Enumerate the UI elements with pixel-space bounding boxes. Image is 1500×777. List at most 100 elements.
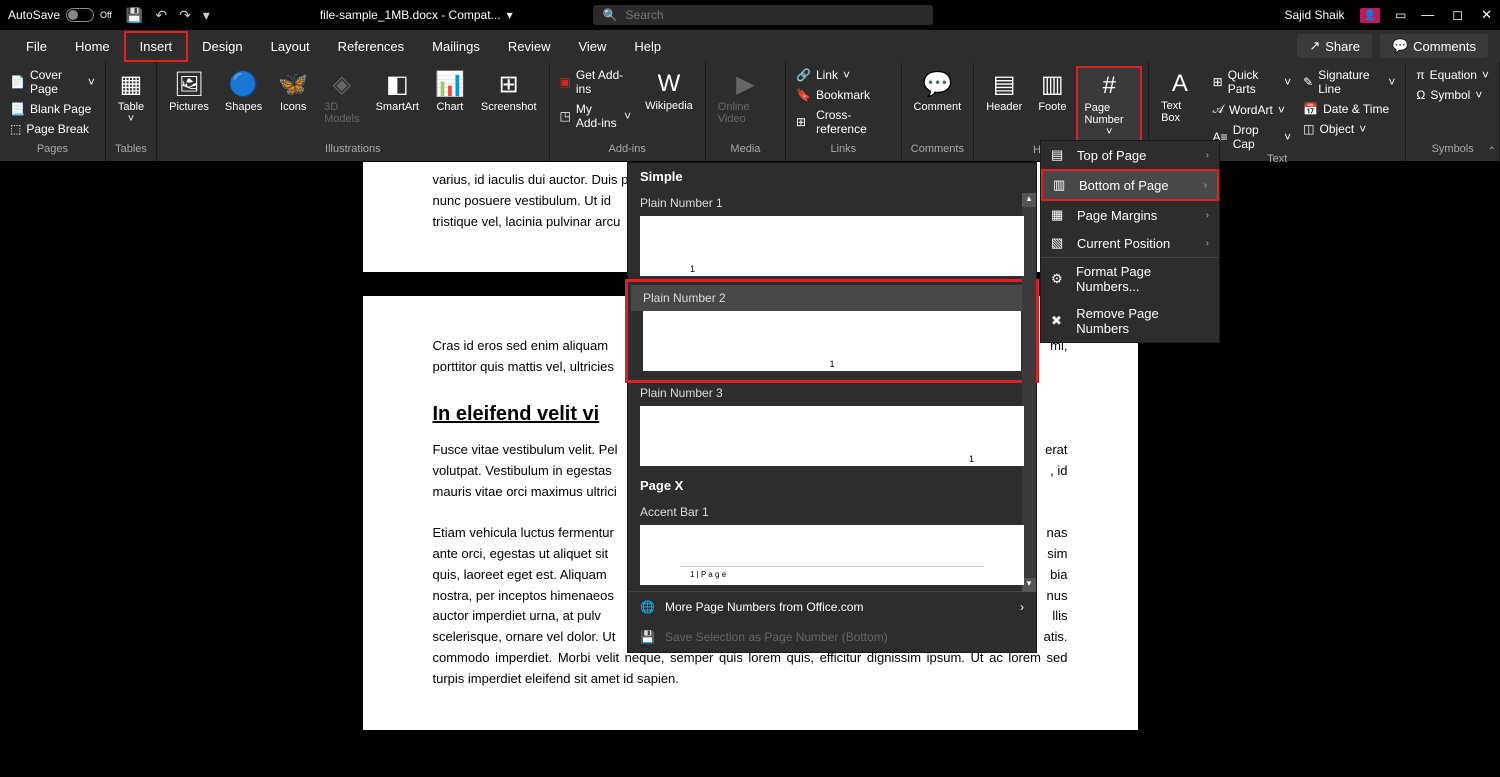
menu-current-position[interactable]: ▧Current Position› <box>1041 229 1219 257</box>
header-button[interactable]: ▤Header <box>980 66 1028 117</box>
share-button[interactable]: ↗Share <box>1297 34 1372 58</box>
menu-remove-page-numbers[interactable]: ✖Remove Page Numbers <box>1041 300 1219 342</box>
footer-button[interactable]: ▥Foote <box>1032 66 1072 117</box>
equation-button[interactable]: πEquation ˅ <box>1412 66 1493 84</box>
cross-ref-button[interactable]: ⊞Cross-reference <box>792 106 895 138</box>
document-title: file-sample_1MB.docx - Compat... <box>320 8 501 22</box>
table-icon: ▦ <box>120 70 143 99</box>
qat-dropdown-icon[interactable]: ▾ <box>203 7 210 24</box>
symbol-button[interactable]: ΩSymbol ˅ <box>1412 86 1493 104</box>
3d-models-button[interactable]: ◈3D Models <box>318 66 365 129</box>
addins-icon: ◳ <box>560 109 571 123</box>
date-time-button[interactable]: 📅Date & Time <box>1299 100 1399 118</box>
group-links: 🔗Link ˅ 🔖Bookmark ⊞Cross-reference Links <box>786 62 902 161</box>
tab-help[interactable]: Help <box>620 33 675 60</box>
save-icon[interactable]: 💾 <box>126 7 143 24</box>
page-margin-icon: ▦ <box>1051 207 1067 223</box>
table-button[interactable]: ▦Table˅ <box>112 66 150 129</box>
menu-format-page-numbers[interactable]: ⚙Format Page Numbers... <box>1041 258 1219 300</box>
gallery-section-pagex: Page X <box>628 472 1036 499</box>
search-box[interactable]: 🔍 <box>593 5 933 25</box>
tab-layout[interactable]: Layout <box>257 33 324 60</box>
drop-cap-button[interactable]: A≡Drop Cap ˅ <box>1209 121 1295 153</box>
search-icon: 🔍 <box>603 8 618 22</box>
page-number-menu: ▤Top of Page› ▥Bottom of Page› ▦Page Mar… <box>1040 140 1220 343</box>
redo-icon[interactable]: ↷ <box>179 7 191 24</box>
gallery-item-accent1[interactable]: 1 | P a g e <box>640 525 1024 585</box>
menu-top-of-page[interactable]: ▤Top of Page› <box>1041 141 1219 169</box>
tab-references[interactable]: References <box>324 33 418 60</box>
user-area: Sajid Shaik 👤 ▭ — ◻ ✕ <box>1284 7 1492 23</box>
my-addins-button[interactable]: ◳My Add-ins ˅ <box>556 100 636 132</box>
maximize-icon[interactable]: ◻ <box>1452 7 1463 23</box>
ribbon-display-icon[interactable]: ▭ <box>1395 8 1406 22</box>
group-label-links: Links <box>830 143 856 157</box>
tab-home[interactable]: Home <box>61 33 124 60</box>
tab-file[interactable]: File <box>12 33 61 60</box>
share-icon: ↗ <box>1309 38 1320 54</box>
get-addins-button[interactable]: ▣Get Add-ins <box>556 66 636 98</box>
page-pos-icon: ▧ <box>1051 235 1067 251</box>
cover-page-button[interactable]: 📄Cover Page ˅ <box>6 66 99 98</box>
title-bar: AutoSave Off 💾 ↶ ↷ ▾ file-sample_1MB.doc… <box>0 0 1500 30</box>
object-icon: ◫ <box>1303 122 1314 136</box>
more-page-numbers-button[interactable]: 🌐More Page Numbers from Office.com› <box>628 592 1036 622</box>
body-text: tristique vel, lacinia pulvinar arcu <box>433 214 621 229</box>
chart-button[interactable]: 📊Chart <box>429 66 471 117</box>
page-number-button[interactable]: #Page Number˅ <box>1076 66 1142 144</box>
gallery-label-plain1: Plain Number 1 <box>628 190 1036 216</box>
toggle-switch[interactable] <box>66 8 94 22</box>
comments-button[interactable]: 💬Comments <box>1380 34 1488 58</box>
tab-design[interactable]: Design <box>188 33 256 60</box>
title-dropdown-icon[interactable]: ▾ <box>507 8 513 22</box>
close-icon[interactable]: ✕ <box>1481 7 1492 23</box>
gallery-scrollbar[interactable]: ▴ ▾ <box>1022 193 1036 592</box>
collapse-ribbon-icon[interactable]: ⌃ <box>1488 146 1496 157</box>
undo-icon[interactable]: ↶ <box>155 7 167 24</box>
menu-page-margins[interactable]: ▦Page Margins› <box>1041 201 1219 229</box>
gallery-item-plain3[interactable]: 1 <box>640 406 1024 466</box>
shapes-button[interactable]: 🔵Shapes <box>219 66 268 117</box>
username-label[interactable]: Sajid Shaik <box>1284 8 1344 22</box>
gallery-section-simple: Simple <box>628 163 1036 190</box>
autosave-toggle[interactable]: AutoSave Off <box>8 8 112 22</box>
tab-insert[interactable]: Insert <box>124 31 189 62</box>
tab-view[interactable]: View <box>564 33 620 60</box>
screenshot-button[interactable]: ⊞Screenshot <box>475 66 543 117</box>
group-tables: ▦Table˅ Tables <box>106 62 157 161</box>
user-avatar-icon[interactable]: 👤 <box>1360 8 1380 23</box>
autosave-label: AutoSave <box>8 8 60 22</box>
scroll-up-icon[interactable]: ▴ <box>1022 193 1036 207</box>
smartart-button[interactable]: ◧SmartArt <box>370 66 425 117</box>
minimize-icon[interactable]: — <box>1421 7 1434 23</box>
quick-parts-button[interactable]: ⊞Quick Parts ˅ <box>1209 66 1295 98</box>
gallery-item-plain2[interactable]: 1 <box>643 311 1021 371</box>
tab-mailings[interactable]: Mailings <box>418 33 494 60</box>
tab-review[interactable]: Review <box>494 33 565 60</box>
page-bottom-icon: ▥ <box>1053 177 1069 193</box>
search-input[interactable] <box>626 8 923 22</box>
scroll-down-icon[interactable]: ▾ <box>1022 578 1036 592</box>
wikipedia-button[interactable]: WWikipedia <box>639 66 699 116</box>
bookmark-button[interactable]: 🔖Bookmark <box>792 86 895 104</box>
page-top-icon: ▤ <box>1051 147 1067 163</box>
object-button[interactable]: ◫Object ˅ <box>1299 120 1399 138</box>
body-text: nas <box>1047 523 1068 544</box>
comment-button[interactable]: 💬Comment <box>908 66 968 117</box>
pictures-button[interactable]: 🖼Pictures <box>163 66 215 117</box>
wordart-icon: 𝒜 <box>1213 102 1224 117</box>
page-number-icon: # <box>1103 72 1116 100</box>
body-text: Fusce vitae vestibulum velit. Pel <box>433 440 618 461</box>
icons-button[interactable]: 🦋Icons <box>272 66 314 117</box>
menu-bottom-of-page[interactable]: ▥Bottom of Page› <box>1041 169 1219 201</box>
link-button[interactable]: 🔗Link ˅ <box>792 66 895 84</box>
body-text: Etiam vehicula luctus fermentur <box>433 523 614 544</box>
signature-line-button[interactable]: ✎Signature Line ˅ <box>1299 66 1399 98</box>
wordart-button[interactable]: 𝒜WordArt ˅ <box>1209 100 1295 119</box>
text-box-button[interactable]: AText Box <box>1155 66 1205 128</box>
store-icon: ▣ <box>560 75 571 89</box>
online-video-button[interactable]: ▶Online Video <box>712 66 779 129</box>
page-break-button[interactable]: ⬚Page Break <box>6 120 99 138</box>
blank-page-button[interactable]: 📃Blank Page <box>6 100 99 118</box>
gallery-item-plain1[interactable]: 1 <box>640 216 1024 276</box>
